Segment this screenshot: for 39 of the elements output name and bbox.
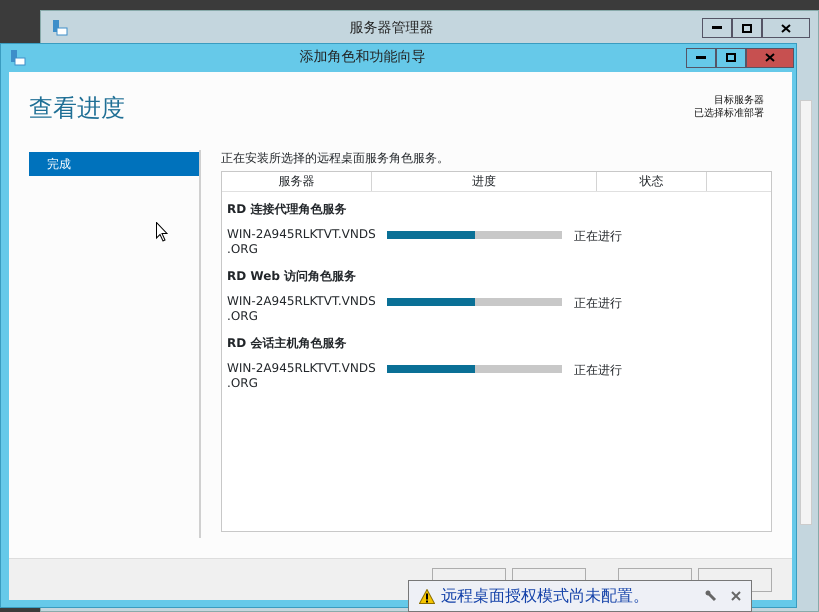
close-icon[interactable]	[731, 591, 741, 601]
window-title: 服务器管理器	[348, 18, 434, 38]
close-icon	[765, 53, 775, 62]
target-server-value: 已选择标准部署	[694, 107, 764, 120]
status-text: 正在进行	[574, 362, 622, 379]
maximize-button[interactable]	[732, 18, 762, 38]
maximize-icon	[726, 53, 736, 62]
nav-step[interactable]: 完成	[29, 152, 199, 176]
role-service-title: RD Web 访问角色服务	[226, 268, 358, 285]
target-server-label: 目标服务器	[713, 94, 764, 107]
mouse-cursor-icon	[156, 222, 168, 242]
column-header: 进度	[372, 172, 597, 191]
page-heading: 查看进度	[29, 94, 125, 124]
server-name: WIN-2A945RLKTVT.VNDS .ORG	[227, 361, 377, 389]
window-title: 添加角色和功能向导	[298, 48, 426, 67]
status-text: 正在进行	[574, 295, 622, 312]
close-button[interactable]	[746, 48, 794, 68]
role-service-title: RD 会话主机角色服务	[226, 335, 348, 352]
maximize-icon	[742, 24, 752, 32]
server-name: WIN-2A945RLKTVT.VNDS .ORG	[227, 227, 377, 255]
scroll-bar[interactable]	[800, 100, 812, 525]
minimize-icon	[696, 56, 706, 60]
description-text: 正在安装所选择的远程桌面服务角色服务。	[221, 151, 450, 165]
close-button[interactable]	[762, 18, 810, 38]
minimize-button[interactable]	[686, 48, 716, 68]
role-service-title: RD 连接代理角色服务	[226, 201, 348, 218]
maximize-button[interactable]	[716, 48, 746, 68]
server-icon	[9, 48, 27, 66]
notification-text: 远程桌面授权模式尚未配置。	[441, 585, 650, 607]
wrench-icon[interactable]	[705, 590, 717, 602]
close-icon	[781, 24, 791, 32]
column-header: 服务器	[222, 172, 372, 191]
status-text: 正在进行	[574, 228, 622, 245]
warning-icon	[419, 588, 435, 604]
minimize-icon	[712, 26, 722, 30]
server-name: WIN-2A945RLKTVT.VNDS .ORG	[227, 294, 377, 322]
server-icon	[51, 19, 69, 37]
minimize-button[interactable]	[702, 18, 732, 38]
column-header: 状态	[597, 172, 707, 191]
